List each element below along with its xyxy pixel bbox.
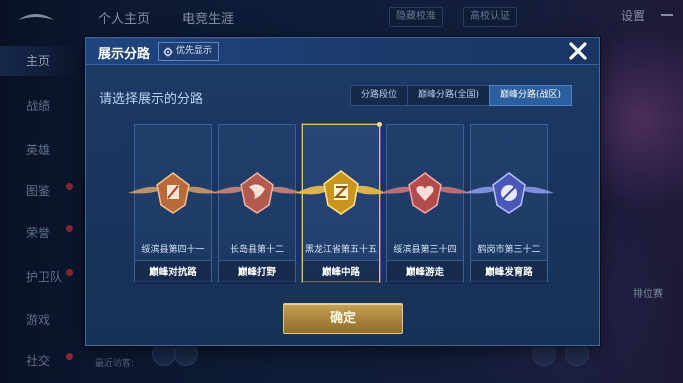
- card-role-label: 巅峰中路: [303, 260, 379, 284]
- tab-peak-region[interactable]: 巅峰分路(战区): [489, 85, 573, 106]
- lane-card-top[interactable]: 绥滨县第四十一 巅峰对抗路: [128, 124, 218, 284]
- priority-display-button[interactable]: 优先显示: [158, 42, 220, 61]
- display-lane-dialog: 展示分路 优先显示 请选择展示的分路 分路段位 巅峰分路(全国) 巅峰分路(战区…: [85, 37, 600, 346]
- close-icon[interactable]: [567, 40, 589, 62]
- dialog-subtitle: 请选择展示的分路: [99, 92, 204, 107]
- confirm-button[interactable]: 确定: [283, 303, 403, 334]
- dialog-title: 展示分路: [98, 47, 151, 62]
- dialog-header: 展示分路 优先显示: [86, 38, 599, 65]
- lane-card-support[interactable]: 绥滨县第三十四 巅峰游走: [380, 124, 470, 284]
- card-role-label: 巅峰发育路: [471, 260, 547, 284]
- lane-card-jungle[interactable]: 长岛县第十二 巅峰打野: [212, 124, 302, 284]
- selected-indicator: [377, 122, 382, 127]
- card-place-label: 长岛县第十二: [229, 245, 284, 255]
- target-emblem-icon: [464, 172, 554, 214]
- lane-card-mid[interactable]: 黑龙江省第五十五 巅峰中路: [296, 122, 386, 284]
- card-place-label: 绥滨县第四十一: [141, 245, 205, 255]
- card-role-label: 巅峰对抗路: [135, 260, 211, 284]
- card-place-label: 绥滨县第三十四: [393, 245, 457, 255]
- tab-peak-national[interactable]: 巅峰分路(全国): [407, 85, 491, 106]
- lane-card-adc[interactable]: 鹤岗市第三十二 巅峰发育路: [464, 124, 554, 284]
- card-role-label: 巅峰打野: [219, 260, 295, 284]
- lane-filter-tabs: 分路段位 巅峰分路(全国) 巅峰分路(战区): [350, 85, 573, 106]
- card-place-label: 黑龙江省第五十五: [304, 245, 377, 255]
- gear-icon: [163, 47, 173, 56]
- tab-lane-rank[interactable]: 分路段位: [350, 85, 409, 106]
- card-role-label: 巅峰游走: [387, 260, 463, 284]
- card-place-label: 鹤岗市第三十二: [477, 245, 541, 255]
